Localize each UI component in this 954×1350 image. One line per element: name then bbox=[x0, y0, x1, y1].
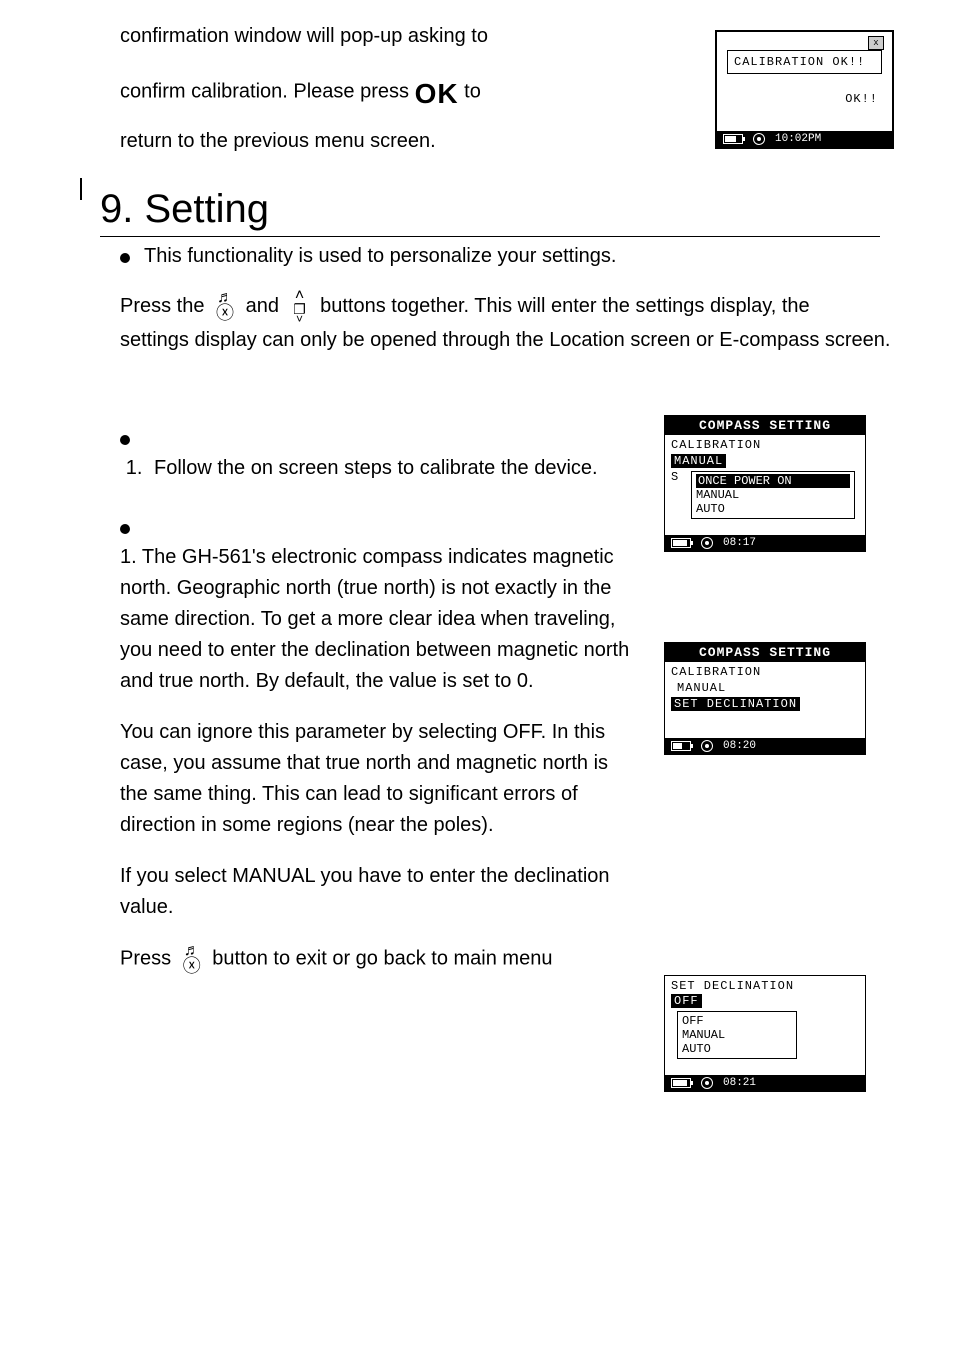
text-cursor bbox=[80, 178, 82, 200]
lcd3-menu-3: AUTO bbox=[682, 1042, 792, 1056]
close-icon: x bbox=[868, 36, 884, 50]
satellite-icon bbox=[753, 133, 765, 145]
lcd-calibration-ok: x CALIBRATION OK!! OK!! 10:02PM bbox=[715, 30, 894, 149]
lcd1-footer: 08:17 bbox=[665, 535, 865, 551]
lcd-cal-ok-footer: 10:02PM bbox=[717, 131, 892, 147]
battery-icon bbox=[723, 134, 743, 144]
satellite-icon bbox=[701, 1077, 713, 1089]
lcd2-time: 08:20 bbox=[723, 740, 756, 752]
battery-icon bbox=[671, 1078, 691, 1088]
lcd1-menu-sel: ONCE POWER ON bbox=[696, 474, 850, 488]
lcd1-line2: MANUAL bbox=[671, 454, 726, 468]
bullet-icon bbox=[120, 253, 130, 263]
press-suffix: buttons together. This will enter the se… bbox=[320, 295, 810, 317]
lcd2-line3: SET DECLINATION bbox=[671, 697, 800, 711]
lcd3-current: OFF bbox=[671, 994, 702, 1008]
lcd1-line1: CALIBRATION bbox=[669, 437, 861, 453]
lcd3-footer: 08:21 bbox=[665, 1075, 865, 1091]
satellite-icon bbox=[701, 537, 713, 549]
lcd1-menu-3: AUTO bbox=[696, 502, 850, 516]
declination-para1: 1. The GH-561's electronic compass indic… bbox=[120, 542, 634, 697]
lcd3-menu-1: OFF bbox=[682, 1014, 792, 1028]
press-line2: settings display can only be opened thro… bbox=[120, 325, 894, 355]
lcd-cal-ok-box: CALIBRATION OK!! bbox=[727, 50, 882, 74]
lcd2-line2: MANUAL bbox=[669, 680, 861, 696]
lcd-compass-setting-1: COMPASS SETTING CALIBRATION MANUAL S ONC… bbox=[664, 415, 866, 552]
ok-button-label: OK bbox=[415, 72, 459, 117]
lcd3-title: SET DECLINATION bbox=[665, 976, 865, 993]
lcd-set-declination: SET DECLINATION OFF OFF MANUAL AUTO 08:2… bbox=[664, 975, 866, 1092]
calibrate-step1: Follow the on screen steps to calibrate … bbox=[148, 453, 634, 484]
lcd-cal-ok-time: 10:02PM bbox=[775, 133, 821, 145]
lcd2-title: COMPASS SETTING bbox=[699, 645, 831, 660]
intro-line2a: confirm calibration. Please press bbox=[120, 81, 415, 103]
press-instruction: Press the ♬ ⓧ and ˄ ❐ ˅ buttons together… bbox=[120, 288, 894, 355]
battery-icon bbox=[671, 538, 691, 548]
up-page-button-icon: ˄ ❐ ˅ bbox=[285, 288, 315, 325]
intro-bullet-text: This functionality is used to personaliz… bbox=[144, 245, 616, 268]
battery-icon bbox=[671, 741, 691, 751]
intro-line2b: to bbox=[464, 81, 481, 103]
lcd1-time: 08:17 bbox=[723, 537, 756, 549]
lcd3-menu-2: MANUAL bbox=[682, 1028, 792, 1042]
lcd2-footer: 08:20 bbox=[665, 738, 865, 754]
intro-line3: return to the previous menu screen. bbox=[120, 125, 685, 157]
lcd2-line1: CALIBRATION bbox=[669, 664, 861, 680]
press-exit-suffix: button to exit or go back to main menu bbox=[212, 947, 552, 969]
intro-continuation: confirmation window will pop-up asking t… bbox=[120, 20, 685, 157]
lcd1-menu-2: MANUAL bbox=[696, 488, 850, 502]
satellite-icon bbox=[701, 740, 713, 752]
press-exit-prefix: Press bbox=[120, 947, 177, 969]
lcd1-s: S bbox=[669, 469, 683, 485]
lcd-cal-ok-okline: OK!! bbox=[717, 82, 892, 106]
esc-button-icon: ♬ ⓧ bbox=[177, 943, 207, 975]
lcd1-title: COMPASS SETTING bbox=[699, 418, 831, 433]
lcd-compass-setting-2: COMPASS SETTING CALIBRATION MANUAL SET D… bbox=[664, 642, 866, 755]
press-prefix: Press the bbox=[120, 295, 210, 317]
section-heading: 9. Setting bbox=[100, 187, 880, 237]
press-mid: and bbox=[246, 295, 285, 317]
bullet-icon bbox=[120, 524, 130, 534]
lcd3-menu: OFF MANUAL AUTO bbox=[677, 1011, 797, 1059]
lcd1-menu: ONCE POWER ON MANUAL AUTO bbox=[691, 471, 855, 519]
esc-button-icon: ♬ ⓧ bbox=[210, 290, 240, 322]
calibrate-list: Follow the on screen steps to calibrate … bbox=[120, 453, 634, 484]
lcd3-time: 08:21 bbox=[723, 1077, 756, 1089]
press-exit-line: Press ♬ ⓧ button to exit or go back to m… bbox=[120, 943, 634, 975]
declination-para3: If you select MANUAL you have to enter t… bbox=[120, 861, 634, 923]
intro-line1: confirmation window will pop-up asking t… bbox=[120, 20, 685, 52]
bullet-icon bbox=[120, 435, 130, 445]
declination-para2: You can ignore this parameter by selecti… bbox=[120, 717, 634, 841]
